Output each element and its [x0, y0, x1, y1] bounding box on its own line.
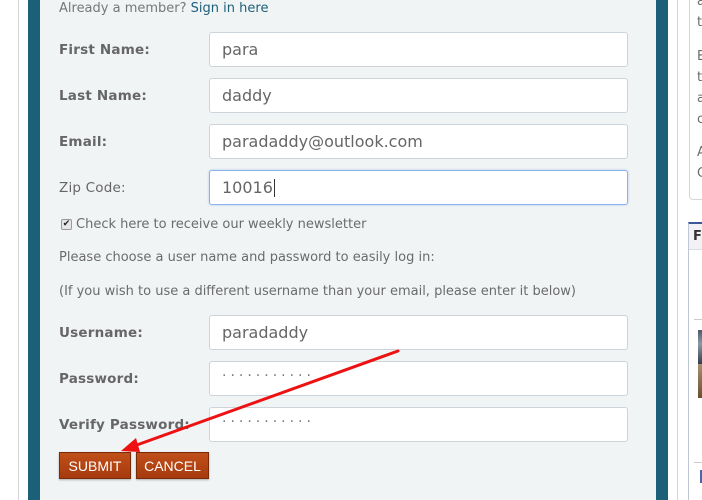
- already-member-text: Already a member?: [59, 1, 187, 16]
- widget-thumbnail[interactable]: [698, 330, 702, 365]
- already-member-line: Already a member? Sign in here: [59, 1, 268, 16]
- widget-divider: [694, 319, 702, 320]
- social-widget: F: [688, 222, 702, 500]
- sidebar-text: a: [697, 91, 702, 106]
- newsletter-checkbox[interactable]: ✔: [61, 219, 72, 230]
- first-name-value: para: [222, 40, 259, 59]
- last-name-label: Last Name:: [59, 88, 147, 104]
- username-value: paradaddy: [222, 323, 309, 342]
- sidebar-text: C: [697, 166, 702, 181]
- username-label: Username:: [59, 325, 143, 341]
- sidebar-text: a: [697, 0, 702, 9]
- first-name-label: First Name:: [59, 42, 150, 58]
- form-frame-right: [656, 0, 668, 500]
- submit-button[interactable]: SUBMIT: [59, 452, 131, 479]
- cancel-button[interactable]: CANCEL: [136, 452, 209, 479]
- last-name-value: daddy: [222, 86, 272, 105]
- password-label: Password:: [59, 371, 139, 387]
- sign-in-link[interactable]: Sign in here: [191, 1, 269, 16]
- social-widget-header: F: [689, 224, 702, 250]
- newsletter-option[interactable]: ✔ Check here to receive our weekly newsl…: [61, 217, 366, 232]
- page-border-right: [677, 0, 678, 500]
- password-input[interactable]: ···········: [209, 361, 628, 396]
- sidebar-text: t: [697, 15, 702, 30]
- login-instructions: Please choose a user name and password t…: [59, 250, 435, 265]
- zip-code-label: Zip Code:: [59, 180, 126, 196]
- email-input[interactable]: paradaddy@outlook.com: [209, 124, 628, 159]
- username-input[interactable]: paradaddy: [209, 315, 628, 350]
- zip-code-value: 10016: [222, 178, 273, 197]
- verify-password-label: Verify Password:: [59, 417, 190, 433]
- form-frame-left: [28, 0, 40, 500]
- username-hint: (If you wish to use a different username…: [59, 284, 576, 299]
- sidebar-text: E: [697, 49, 702, 64]
- sidebar-text: A: [697, 145, 702, 160]
- widget-divider: [694, 462, 702, 463]
- last-name-input[interactable]: daddy: [209, 78, 628, 113]
- sidebar-text: c: [697, 112, 702, 127]
- password-mask: ···········: [222, 367, 315, 384]
- email-label: Email:: [59, 134, 108, 150]
- first-name-input[interactable]: para: [209, 32, 628, 67]
- text-caret: [273, 178, 275, 197]
- verify-password-input[interactable]: ···········: [209, 407, 628, 442]
- email-value: paradaddy@outlook.com: [222, 132, 423, 151]
- newsletter-label: Check here to receive our weekly newslet…: [76, 217, 367, 232]
- page-border-left: [18, 0, 19, 500]
- widget-thumbnail[interactable]: [698, 364, 702, 398]
- verify-password-mask: ···········: [222, 413, 315, 430]
- sidebar-text: t: [697, 70, 702, 85]
- zip-code-input[interactable]: 10016: [209, 170, 628, 205]
